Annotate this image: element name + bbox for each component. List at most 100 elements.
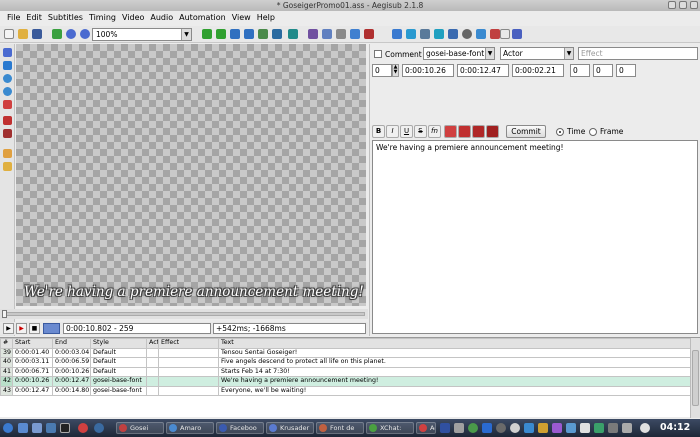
- new-file-icon[interactable]: [4, 29, 14, 39]
- actor-select[interactable]: Actor ▼: [500, 47, 574, 60]
- start-time-field[interactable]: 0:00:10.26: [402, 64, 454, 77]
- task-font[interactable]: Font de: [316, 422, 364, 434]
- drag-tool-icon[interactable]: [3, 61, 12, 70]
- volume-icon[interactable]: [580, 423, 590, 433]
- clipboard-icon[interactable]: [454, 423, 464, 433]
- visual-typeset-icon[interactable]: [476, 29, 486, 39]
- clip-tool-icon[interactable]: [3, 116, 12, 125]
- task-gosei[interactable]: Gosei: [116, 422, 164, 434]
- help-tool-icon[interactable]: [3, 162, 12, 171]
- shadow-color-icon[interactable]: [486, 125, 499, 138]
- play-icon[interactable]: ▶: [3, 323, 14, 334]
- table-row-selected[interactable]: 42 0:00:10.26 0:00:12.47 gosei-base-font…: [0, 376, 691, 387]
- strikeout-button[interactable]: S: [414, 125, 427, 138]
- snap-start-icon[interactable]: [230, 29, 240, 39]
- subtitle-text-editor[interactable]: We're having a premiere announcement mee…: [372, 140, 698, 334]
- frame-radio[interactable]: [589, 128, 597, 136]
- terminal-icon[interactable]: [60, 423, 70, 433]
- secondary-color-icon[interactable]: [458, 125, 471, 138]
- play-line-icon[interactable]: ▶: [16, 323, 27, 334]
- jump-video-icon[interactable]: [52, 29, 62, 39]
- col-text[interactable]: Text: [218, 338, 691, 349]
- device-icon[interactable]: [608, 423, 618, 433]
- style-select[interactable]: gosei-base-font ▼: [423, 47, 495, 60]
- translation-icon[interactable]: [420, 29, 430, 39]
- realtime-icon[interactable]: [3, 149, 12, 158]
- spellcheck-icon[interactable]: [448, 29, 458, 39]
- chat-icon[interactable]: [524, 423, 534, 433]
- kde-menu-icon[interactable]: [3, 423, 13, 433]
- margin-vertical-field[interactable]: 0: [616, 64, 636, 77]
- table-row[interactable]: 39 0:00:01.40 0:00:03.04 Default Tensou …: [0, 347, 691, 358]
- macro-icon[interactable]: [512, 29, 522, 39]
- task-krusader[interactable]: Krusader: [266, 422, 314, 434]
- outline-color-icon[interactable]: [472, 125, 485, 138]
- col-effect[interactable]: Effect: [158, 338, 219, 349]
- standard-tool-icon[interactable]: [3, 48, 12, 57]
- table-row[interactable]: 41 0:00:06.71 0:00:10.26 Default Starts …: [0, 366, 691, 377]
- timing-post-icon[interactable]: [392, 29, 402, 39]
- task-aegisub[interactable]: Aegisub: [416, 422, 436, 434]
- col-actor[interactable]: Act: [146, 338, 159, 349]
- video-seek-slider[interactable]: [0, 309, 368, 319]
- minimize-icon[interactable]: [668, 1, 676, 9]
- home-folder-icon[interactable]: [32, 423, 42, 433]
- resample-icon[interactable]: [364, 29, 374, 39]
- italic-button[interactable]: I: [386, 125, 399, 138]
- media-icon[interactable]: [552, 423, 562, 433]
- fonts-collector-icon[interactable]: [336, 29, 346, 39]
- chevron-down-icon[interactable]: ▼: [564, 48, 573, 59]
- task-amarok[interactable]: Amaro: [166, 422, 214, 434]
- properties-icon[interactable]: [350, 29, 360, 39]
- updates-icon[interactable]: [496, 423, 506, 433]
- clock-icon[interactable]: [462, 29, 472, 39]
- save-file-icon[interactable]: [32, 29, 42, 39]
- effect-input[interactable]: Effect: [578, 47, 698, 60]
- menu-view[interactable]: View: [229, 11, 254, 25]
- grid-scrollbar[interactable]: [690, 338, 700, 418]
- primary-color-icon[interactable]: [444, 125, 457, 138]
- menu-file[interactable]: File: [4, 11, 23, 25]
- margin-left-field[interactable]: 0: [570, 64, 590, 77]
- notes-icon[interactable]: [538, 423, 548, 433]
- snap-end-icon[interactable]: [244, 29, 254, 39]
- open-file-icon[interactable]: [18, 29, 28, 39]
- rotate-xy-icon[interactable]: [3, 87, 12, 96]
- menu-edit[interactable]: Edit: [23, 11, 45, 25]
- menu-timing[interactable]: Timing: [86, 11, 119, 25]
- time-radio[interactable]: [556, 128, 564, 136]
- col-style[interactable]: Style: [90, 338, 147, 349]
- menu-automation[interactable]: Automation: [176, 11, 229, 25]
- commit-button[interactable]: Commit: [506, 125, 546, 138]
- table-row[interactable]: 43 0:00:12.47 0:00:14.80 gosei-base-font…: [0, 385, 691, 396]
- aegisub-icon[interactable]: [490, 29, 500, 39]
- font-button[interactable]: fn: [428, 125, 441, 138]
- video-details-icon[interactable]: [288, 29, 298, 39]
- bold-button[interactable]: B: [372, 125, 385, 138]
- col-start[interactable]: Start: [12, 338, 53, 349]
- task-xchat[interactable]: XChat:: [366, 422, 414, 434]
- jump-start-icon[interactable]: [202, 29, 212, 39]
- opera-icon[interactable]: [78, 423, 88, 433]
- underline-button[interactable]: U: [400, 125, 413, 138]
- video-time-field[interactable]: 0:00:10.802 - 259: [63, 323, 211, 334]
- end-time-field[interactable]: 0:00:12.47: [457, 64, 509, 77]
- taskbar-clock[interactable]: 04:12: [660, 422, 690, 434]
- menu-video[interactable]: Video: [119, 11, 147, 25]
- jump-end-icon[interactable]: [216, 29, 226, 39]
- chevron-down-icon[interactable]: ▼: [181, 29, 191, 40]
- duration-field[interactable]: 0:00:02.21: [512, 64, 564, 77]
- layer-spin-icon[interactable]: ▲ ▼: [392, 64, 399, 77]
- col-end[interactable]: End: [52, 338, 91, 349]
- video-display[interactable]: We're having a premiere announcement mee…: [16, 44, 366, 306]
- styling-assistant-icon[interactable]: [434, 29, 444, 39]
- menu-audio[interactable]: Audio: [147, 11, 176, 25]
- attachments-icon[interactable]: [322, 29, 332, 39]
- table-row[interactable]: 40 0:00:03.11 0:00:06.59 Default Five an…: [0, 357, 691, 368]
- chevron-down-icon[interactable]: ▼: [485, 48, 494, 59]
- layer-spinner[interactable]: 0: [372, 64, 392, 77]
- keyboard-layout-icon[interactable]: [440, 423, 450, 433]
- clock-app-icon[interactable]: [510, 423, 520, 433]
- bluetooth-icon[interactable]: [482, 423, 492, 433]
- close-icon[interactable]: [690, 1, 698, 9]
